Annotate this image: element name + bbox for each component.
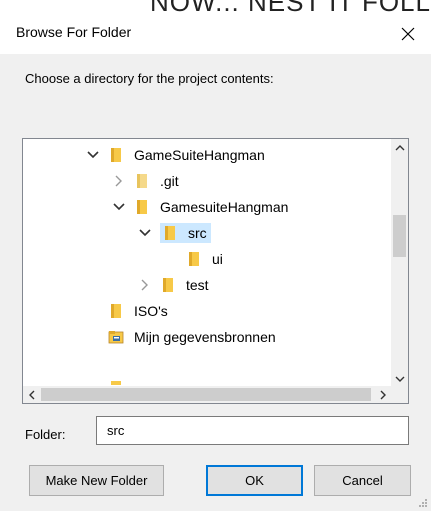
tree-item-label: ui — [212, 251, 223, 267]
tree-item-label: GamesuiteHangman — [160, 199, 289, 215]
scroll-right-button[interactable] — [374, 386, 391, 403]
chevron-right-icon[interactable] — [137, 277, 153, 293]
folder-input[interactable] — [96, 416, 409, 445]
folder-tree[interactable]: GameSuiteHangman .git GamesuiteHangman s… — [22, 138, 409, 404]
tree-item-label: .git — [160, 173, 179, 189]
background-text: NOW... NEST IT FOLLIESE — [150, 0, 431, 14]
tree-item-test[interactable]: test — [137, 272, 209, 298]
chevron-down-icon[interactable] — [85, 147, 101, 163]
tree-item-mijn-gegevensbronnen[interactable]: Mijn gegevensbronnen — [108, 324, 276, 350]
selected-item-highlight: src — [160, 223, 211, 243]
folder-label: Folder: — [25, 427, 66, 442]
horizontal-scroll-thumb[interactable] — [41, 388, 371, 401]
dialog-title: Browse For Folder — [16, 24, 132, 40]
special-folder-icon — [108, 329, 124, 345]
tree-item-gamesuitehangman[interactable]: GameSuiteHangman — [85, 142, 265, 168]
tree-item-isos[interactable]: ISO's — [108, 298, 168, 324]
chevron-up-icon — [395, 144, 404, 150]
tree-item-ui[interactable]: ui — [186, 246, 223, 272]
resize-grip-icon[interactable] — [418, 498, 428, 508]
tree-item-gamesuitehangman-sub[interactable]: GamesuiteHangman — [111, 194, 288, 220]
cancel-button[interactable]: Cancel — [314, 465, 411, 496]
folder-icon — [134, 173, 150, 189]
tree-item-git[interactable]: .git — [111, 168, 179, 194]
folder-icon — [186, 251, 202, 267]
vertical-scrollbar[interactable] — [391, 139, 408, 387]
tree-item-label: GameSuiteHangman — [134, 147, 265, 163]
folder-icon — [162, 225, 178, 241]
folder-icon — [160, 277, 176, 293]
scroll-down-button[interactable] — [391, 370, 408, 387]
title-bar: Browse For Folder — [0, 14, 431, 54]
horizontal-scrollbar[interactable] — [23, 386, 391, 403]
chevron-right-icon[interactable] — [111, 173, 127, 189]
close-button[interactable] — [385, 14, 431, 54]
ok-button[interactable]: OK — [206, 465, 303, 496]
dialog-prompt: Choose a directory for the project conte… — [25, 71, 274, 86]
scroll-left-button[interactable] — [23, 386, 40, 403]
tree-item-label: Mijn gegevensbronnen — [134, 329, 276, 345]
folder-icon — [108, 303, 124, 319]
tree-item-label: test — [186, 277, 209, 293]
chevron-left-icon — [28, 390, 34, 399]
chevron-down-icon[interactable] — [111, 199, 127, 215]
browse-for-folder-dialog: Browse For Folder Choose a directory for… — [0, 14, 431, 511]
tree-item-label: ISO's — [134, 303, 168, 319]
tree-item-partial — [108, 371, 134, 385]
tree-item-label: src — [188, 225, 207, 241]
close-icon — [401, 27, 415, 41]
scrollbar-corner — [391, 386, 408, 403]
chevron-right-icon — [380, 390, 386, 399]
background-window-strip: NOW... NEST IT FOLLIESE — [0, 0, 431, 14]
tree-item-src[interactable]: src — [137, 220, 211, 246]
folder-icon — [134, 199, 150, 215]
folder-icon — [108, 147, 124, 163]
chevron-down-icon[interactable] — [137, 225, 153, 241]
scroll-up-button[interactable] — [391, 139, 408, 156]
make-new-folder-button[interactable]: Make New Folder — [29, 465, 164, 496]
chevron-down-icon — [395, 376, 404, 382]
vertical-scroll-thumb[interactable] — [393, 215, 406, 257]
folder-icon — [108, 371, 124, 385]
